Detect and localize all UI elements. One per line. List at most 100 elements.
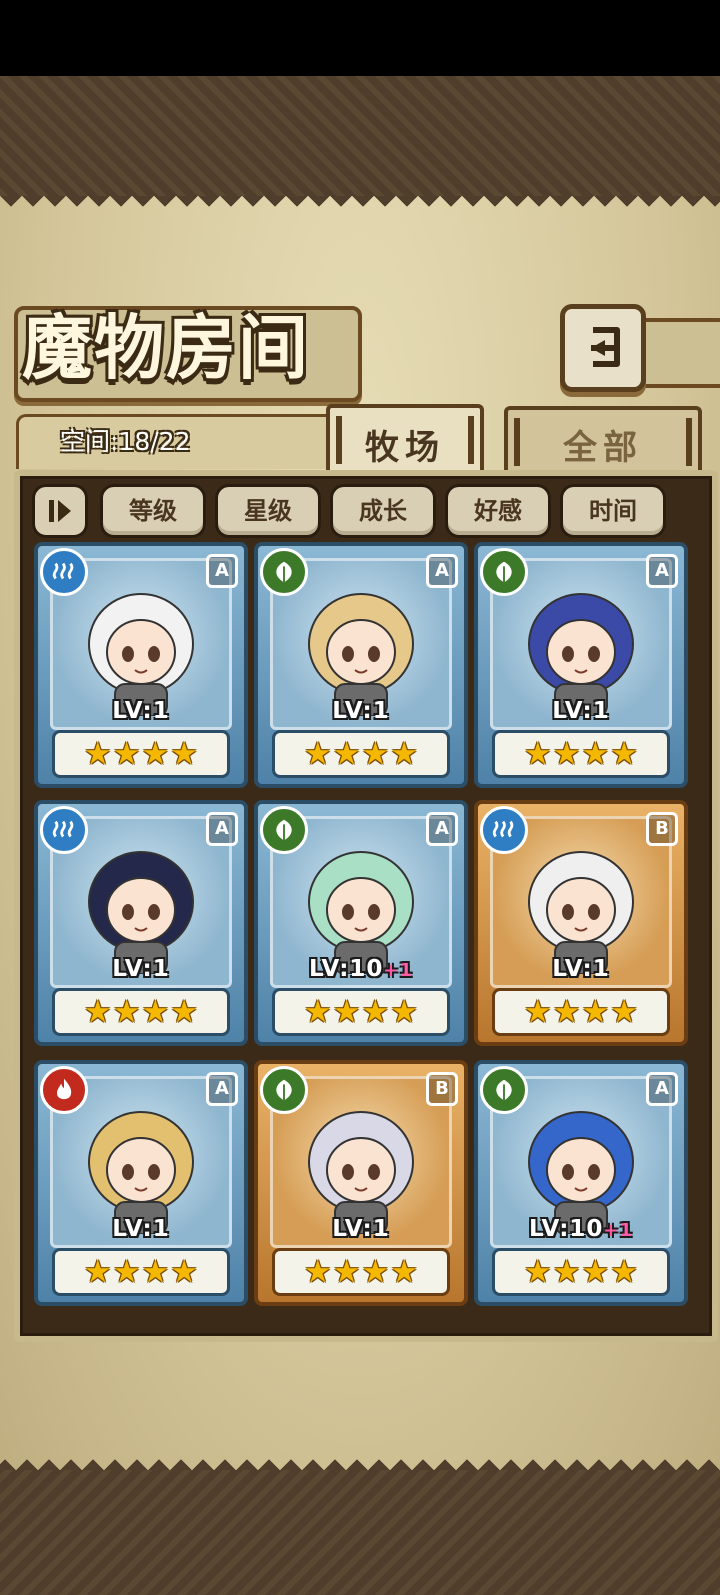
star-rating: ★ ★ ★ ★ [492, 988, 670, 1036]
level-bonus: +1 [603, 1220, 634, 1241]
wood-element-icon [480, 1066, 528, 1114]
level-label: LV:1 [112, 1216, 170, 1242]
tab-all-label: 全部 [563, 427, 643, 468]
tab-decoration-left [514, 418, 520, 466]
tab-decoration-right [468, 416, 474, 464]
star-rating: ★ ★ ★ ★ [52, 1248, 230, 1296]
monster-card[interactable]: A LV:1 ★ ★ ★ ★ [34, 1060, 248, 1306]
rank-badge: B [426, 1072, 458, 1106]
star-icon: ★ [581, 994, 610, 1030]
star-icon: ★ [303, 994, 332, 1030]
tab-ranch[interactable]: 牧场 [326, 404, 484, 480]
star-icon: ★ [141, 994, 170, 1030]
star-icon: ★ [523, 1254, 552, 1290]
star-icon: ★ [552, 994, 581, 1030]
tab-ranch-label: 牧场 [365, 427, 445, 468]
monster-card[interactable]: A LV:10+1 ★ ★ ★ ★ [254, 800, 468, 1046]
header-right-plate [636, 318, 720, 388]
star-icon: ★ [83, 1254, 112, 1290]
star-icon: ★ [361, 994, 390, 1030]
rank-badge: A [426, 812, 458, 846]
level-label: LV:1 [112, 698, 170, 724]
star-icon: ★ [170, 736, 199, 772]
level-label: LV:10+1 [528, 1216, 634, 1242]
star-icon: ★ [361, 1254, 390, 1290]
tab-decoration-left [336, 416, 342, 464]
monster-portrait [528, 1111, 634, 1234]
filter-level-button[interactable]: 等级 [100, 484, 206, 538]
capacity-label: 空间:18/22 [60, 427, 191, 456]
star-icon: ★ [303, 736, 332, 772]
star-icon: ★ [610, 1254, 639, 1290]
monster-portrait [308, 1111, 414, 1234]
tab-decoration-right [686, 418, 692, 466]
level-label: LV:1 [332, 698, 390, 724]
star-icon: ★ [141, 736, 170, 772]
water-element-icon [40, 548, 88, 596]
status-bar [0, 0, 720, 76]
star-rating: ★ ★ ★ ★ [52, 988, 230, 1036]
rank-badge: A [206, 1072, 238, 1106]
back-button[interactable] [560, 304, 646, 392]
star-icon: ★ [610, 736, 639, 772]
star-icon: ★ [552, 736, 581, 772]
star-icon: ★ [112, 1254, 141, 1290]
fire-element-icon [40, 1066, 88, 1114]
star-icon: ★ [361, 736, 390, 772]
monster-card[interactable]: A LV:1 ★ ★ ★ ★ [34, 542, 248, 788]
star-icon: ★ [83, 736, 112, 772]
level-label: LV:10+1 [308, 956, 414, 982]
monster-card[interactable]: B LV:1 ★ ★ ★ ★ [474, 800, 688, 1046]
star-rating: ★ ★ ★ ★ [272, 988, 450, 1036]
star-icon: ★ [390, 736, 419, 772]
star-icon: ★ [581, 736, 610, 772]
monster-portrait [88, 593, 194, 716]
star-icon: ★ [390, 1254, 419, 1290]
star-icon: ★ [141, 1254, 170, 1290]
map-background-top [0, 76, 720, 196]
star-rating: ★ ★ ★ ★ [492, 1248, 670, 1296]
monster-card[interactable]: A LV:1 ★ ★ ★ ★ [254, 542, 468, 788]
water-element-icon [40, 806, 88, 854]
star-icon: ★ [170, 994, 199, 1030]
filter-star-button[interactable]: 星级 [215, 484, 321, 538]
level-label: LV:1 [552, 698, 610, 724]
sort-order-toggle[interactable] [32, 484, 88, 538]
level-label: LV:1 [552, 956, 610, 982]
monster-portrait [88, 851, 194, 974]
monster-card[interactable]: B LV:1 ★ ★ ★ ★ [254, 1060, 468, 1306]
star-icon: ★ [332, 1254, 361, 1290]
rank-badge: B [646, 812, 678, 846]
filter-growth-button[interactable]: 成长 [330, 484, 436, 538]
star-icon: ★ [523, 994, 552, 1030]
star-icon: ★ [170, 1254, 199, 1290]
rank-badge: A [646, 554, 678, 588]
monster-portrait [528, 851, 634, 974]
wood-element-icon [480, 548, 528, 596]
map-background-bottom [0, 1470, 720, 1595]
level-label: LV:1 [332, 1216, 390, 1242]
wood-element-icon [260, 1066, 308, 1114]
wood-element-icon [260, 548, 308, 596]
monster-card[interactable]: A LV:1 ★ ★ ★ ★ [474, 542, 688, 788]
water-element-icon [480, 806, 528, 854]
filter-time-button[interactable]: 时间 [560, 484, 666, 538]
tab-all[interactable]: 全部 [504, 406, 702, 478]
monster-card[interactable]: A LV:10+1 ★ ★ ★ ★ [474, 1060, 688, 1306]
rank-badge: A [646, 1072, 678, 1106]
monster-portrait [528, 593, 634, 716]
level-bonus: +1 [383, 960, 414, 981]
monster-portrait [308, 593, 414, 716]
star-icon: ★ [332, 736, 361, 772]
filter-affinity-button[interactable]: 好感 [445, 484, 551, 538]
sort-order-icon [49, 500, 71, 522]
rank-badge: A [206, 554, 238, 588]
star-icon: ★ [112, 994, 141, 1030]
rank-badge: A [206, 812, 238, 846]
return-arrow-icon [591, 327, 620, 367]
level-label: LV:1 [112, 956, 170, 982]
monster-card[interactable]: A LV:1 ★ ★ ★ ★ [34, 800, 248, 1046]
monster-portrait [308, 851, 414, 974]
torn-edge-bottom [0, 1448, 720, 1470]
star-rating: ★ ★ ★ ★ [52, 730, 230, 778]
